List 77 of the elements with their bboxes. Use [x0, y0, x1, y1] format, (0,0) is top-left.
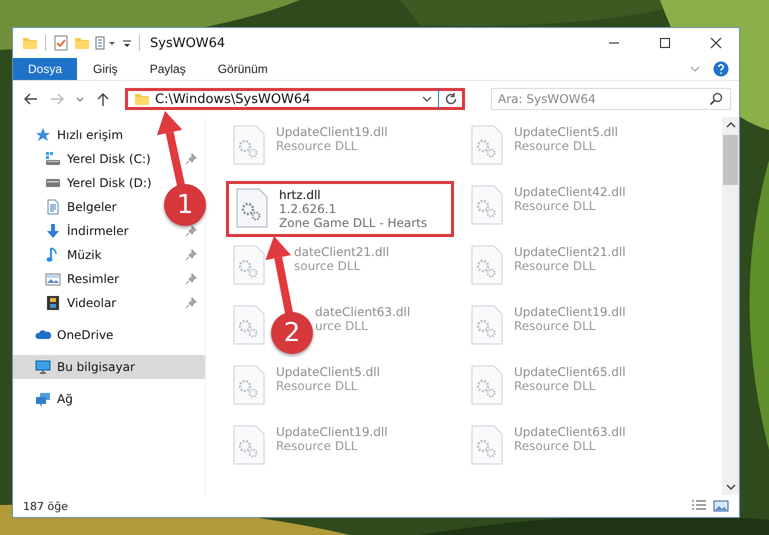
- maximize-icon: [659, 37, 671, 49]
- window-title: SysWOW64: [150, 36, 226, 50]
- address-bar[interactable]: C:\Windows\SysWOW64: [125, 88, 465, 110]
- dll-gears-icon[interactable]: [235, 188, 269, 228]
- sidebar-item[interactable]: Müzik: [45, 244, 102, 266]
- scroll-thumb[interactable]: [723, 135, 738, 185]
- dll-gears-icon[interactable]: [232, 365, 266, 405]
- film-icon: [45, 295, 61, 311]
- pin-icon[interactable]: [185, 249, 197, 261]
- dll-gears-icon[interactable]: [232, 305, 266, 345]
- file-detail: 1.2.626.1: [279, 202, 338, 216]
- file-name[interactable]: hrtz.dll: [279, 188, 428, 202]
- dll-gears-icon[interactable]: [470, 365, 504, 405]
- star-icon: [35, 127, 51, 143]
- refresh-icon[interactable]: [444, 92, 458, 106]
- file-detail: Resource DLL: [514, 439, 596, 453]
- sidebar-item[interactable]: Bu bilgisayar: [35, 356, 135, 378]
- file-detail: source DLL: [294, 259, 362, 273]
- ribbon-tab[interactable]: Görünüm: [202, 58, 284, 80]
- sidebar-item[interactable]: Belgeler: [45, 196, 117, 218]
- dll-gears-icon[interactable]: [232, 245, 266, 285]
- file-detail: urce DLL: [315, 319, 369, 333]
- sidebar-item[interactable]: İndirmeler: [45, 220, 129, 242]
- sidebar-item[interactable]: Hızlı erişim: [35, 124, 124, 146]
- dll-gears-icon[interactable]: [470, 245, 504, 285]
- dll-gears-icon[interactable]: [470, 305, 504, 345]
- search-field[interactable]: Ara: SysWOW64: [491, 88, 731, 110]
- address-path: C:\Windows\SysWOW64: [155, 92, 310, 106]
- file-detail: Resource DLL: [514, 319, 596, 333]
- large-icons-view-icon[interactable]: [713, 499, 729, 513]
- up-icon[interactable]: [95, 91, 111, 107]
- properties-icon[interactable]: [53, 35, 69, 51]
- scroll-up-icon[interactable]: [726, 121, 736, 129]
- back-icon[interactable]: [23, 91, 39, 107]
- forward-icon[interactable]: [49, 91, 65, 107]
- item-count: 187 öğe: [23, 500, 68, 512]
- file-detail: Resource DLL: [514, 379, 596, 393]
- file-detail: Resource DLL: [276, 139, 358, 153]
- folder-icon[interactable]: [74, 35, 90, 51]
- pin-icon[interactable]: [185, 273, 197, 285]
- pin-icon[interactable]: [185, 225, 197, 237]
- pictures-icon: [45, 271, 61, 287]
- file-detail: Resource DLL: [276, 439, 358, 453]
- drive-icon: [45, 151, 61, 167]
- monitor-icon: [35, 359, 51, 375]
- scroll-down-icon[interactable]: [726, 483, 736, 491]
- sidebar-item[interactable]: Yerel Disk (C:): [45, 148, 151, 170]
- ribbon-tab[interactable]: Giriş: [77, 58, 134, 80]
- sidebar-item[interactable]: Yerel Disk (D:): [45, 172, 152, 194]
- network-icon: [35, 391, 51, 407]
- pin-icon[interactable]: [185, 153, 197, 165]
- dll-gears-icon[interactable]: [470, 425, 504, 465]
- view-menu-icon[interactable]: [95, 35, 117, 51]
- dll-gears-icon[interactable]: [470, 185, 504, 225]
- file-detail: Resource DLL: [514, 139, 596, 153]
- sidebar-item[interactable]: Videolar: [45, 292, 116, 314]
- pin-icon[interactable]: [185, 297, 197, 309]
- file-tab[interactable]: Dosya: [13, 58, 78, 80]
- folder-icon: [134, 91, 150, 107]
- folder-icon[interactable]: [22, 35, 38, 51]
- file-detail: Resource DLL: [514, 199, 596, 213]
- dll-gears-icon[interactable]: [470, 125, 504, 165]
- search-icon[interactable]: [709, 92, 723, 106]
- dll-gears-icon[interactable]: [232, 125, 266, 165]
- scrollbar[interactable]: [722, 117, 739, 495]
- download-arrow-icon: [45, 223, 61, 239]
- sidebar-item[interactable]: Ağ: [35, 388, 73, 410]
- document-icon: [45, 199, 61, 215]
- file-detail: Zone Game DLL - Hearts: [279, 216, 428, 230]
- close-icon: [710, 37, 722, 49]
- file-detail: Resource DLL: [276, 379, 358, 393]
- sidebar-item[interactable]: Resimler: [45, 268, 120, 290]
- dll-gears-icon[interactable]: [232, 425, 266, 465]
- file-detail: Resource DLL: [514, 259, 596, 273]
- sidebar-item[interactable]: OneDrive: [35, 324, 114, 346]
- ribbon-tab[interactable]: Paylaş: [134, 58, 202, 80]
- help-icon[interactable]: [713, 61, 729, 77]
